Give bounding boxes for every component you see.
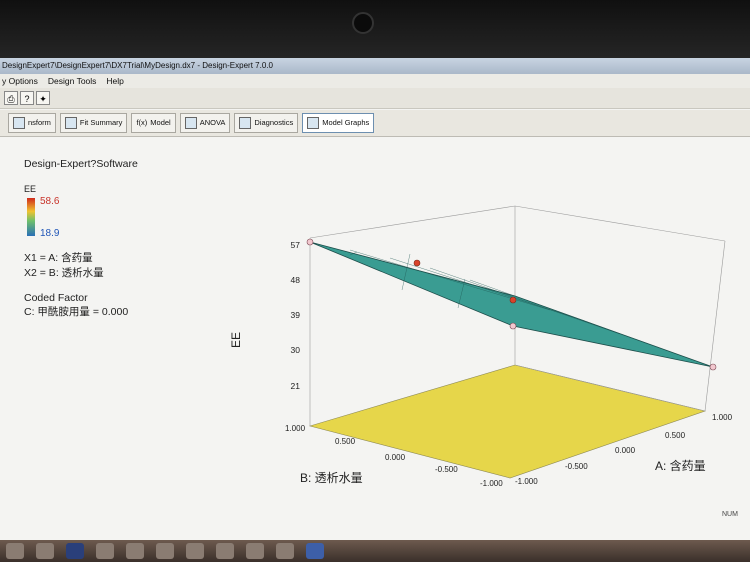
z-tick: 30 — [291, 345, 301, 355]
z-tick: 48 — [291, 275, 301, 285]
app-window: DesignExpert7\DesignExpert7\DX7Trial\MyD… — [0, 58, 750, 540]
z-axis: 57 48 39 30 21 — [291, 240, 301, 391]
design-point — [306, 238, 314, 246]
design-point — [509, 322, 517, 330]
design-point — [413, 259, 421, 267]
a-tick: 0.000 — [615, 446, 636, 455]
app-icon[interactable] — [216, 543, 234, 559]
design-expert-icon[interactable] — [246, 543, 264, 559]
b-tick: 0.500 — [335, 437, 356, 446]
a-tick: -1.000 — [515, 477, 538, 486]
b-tick: -0.500 — [435, 465, 458, 474]
status-num: NUM — [722, 511, 738, 518]
b-tick: -1.000 — [480, 479, 503, 488]
b-axis-label: B: 透析水量 — [300, 471, 363, 485]
explorer-icon[interactable] — [36, 543, 54, 559]
response-surface — [309, 241, 714, 368]
app-icon[interactable] — [186, 543, 204, 559]
design-point — [709, 363, 717, 371]
surface-plot[interactable]: 57 48 39 30 21 EE 1.000 0.500 0.000 -0.5… — [0, 58, 750, 540]
z-axis-label: EE — [229, 332, 243, 348]
app-icon[interactable] — [126, 543, 144, 559]
start-icon[interactable] — [6, 543, 24, 559]
photoshop-icon[interactable] — [66, 543, 84, 559]
a-tick: 1.000 — [712, 413, 733, 422]
floor-plane — [308, 364, 707, 479]
laptop-bezel — [0, 0, 750, 60]
design-point — [509, 296, 517, 304]
a-tick: 0.500 — [665, 431, 686, 440]
b-tick: 1.000 — [285, 424, 306, 433]
app-icon[interactable] — [96, 543, 114, 559]
word-icon[interactable] — [306, 543, 324, 559]
webcam — [352, 12, 374, 34]
b-tick: 0.000 — [385, 453, 406, 462]
a-tick: -0.500 — [565, 462, 588, 471]
z-tick: 39 — [291, 310, 301, 320]
z-tick: 21 — [291, 381, 301, 391]
windows-taskbar — [0, 540, 750, 562]
z-tick: 57 — [291, 240, 301, 250]
app-icon[interactable] — [156, 543, 174, 559]
app-icon[interactable] — [276, 543, 294, 559]
a-axis-label: A: 含药量 — [655, 458, 706, 473]
